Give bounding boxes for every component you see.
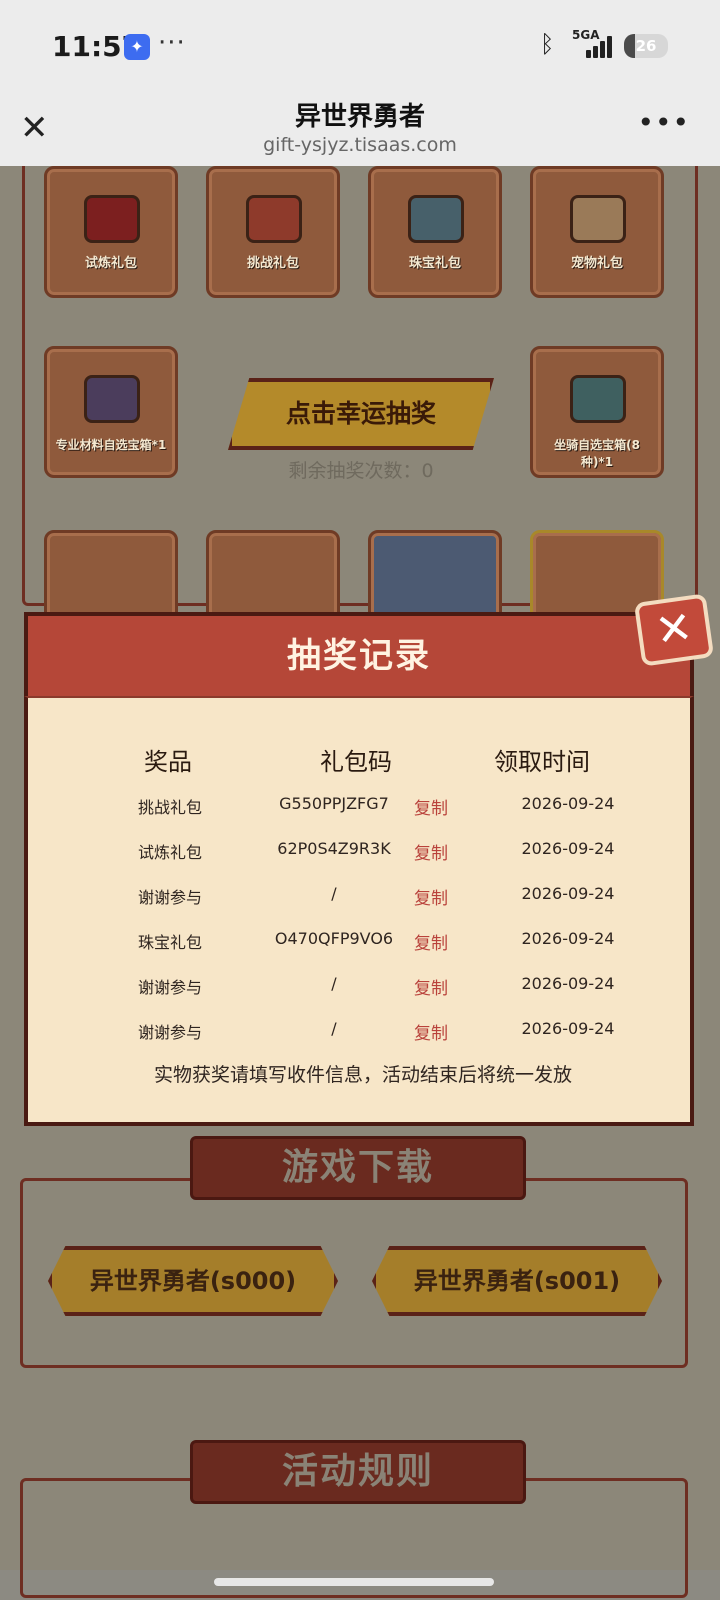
record-row: 试炼礼包 62P0S4Z9R3K 复制 2026-09-24	[28, 839, 698, 884]
remaining-count: 0	[421, 460, 434, 482]
gift-icon	[246, 195, 302, 243]
battery-icon: 26	[624, 34, 668, 58]
record-row: 挑战礼包 G550PPJZFG7 复制 2026-09-24	[28, 794, 698, 839]
record-date: 2026-09-24	[521, 929, 615, 948]
lucky-draw-label: 点击幸运抽奖	[285, 399, 436, 428]
record-row: 谢谢参与 / 复制 2026-09-24	[28, 884, 698, 929]
prize-tile-label: 专业材料自选宝箱*1	[55, 438, 167, 452]
chest-icon	[408, 195, 464, 243]
download-button-s000[interactable]: 异世界勇者(s000)	[48, 1246, 338, 1316]
modal-header: 抽奖记录	[24, 612, 694, 696]
prize-tile[interactable]: 专业材料自选宝箱*1	[44, 346, 178, 478]
download-button-s001[interactable]: 异世界勇者(s001)	[372, 1246, 662, 1316]
modal-close-button[interactable]: ✕	[633, 593, 715, 667]
browser-header: ✕ 异世界勇者 gift-ysjyz.tisaas.com •••	[0, 92, 720, 166]
record-code: O470QFP9VO6	[274, 929, 394, 948]
prize-tile[interactable]: 试炼礼包	[44, 166, 178, 298]
copy-button[interactable]: 复制	[414, 794, 448, 819]
modal-note: 实物获奖请填写收件信息，活动结束后将统一发放	[153, 1064, 572, 1086]
copy-button[interactable]: 复制	[414, 1019, 448, 1044]
gift-icon	[570, 195, 626, 243]
lucky-draw-button[interactable]: 点击幸运抽奖	[228, 378, 494, 450]
page-url: gift-ysjyz.tisaas.com	[263, 134, 457, 156]
download-section-banner: 游戏下载	[190, 1136, 526, 1200]
copy-button[interactable]: 复制	[414, 929, 448, 954]
record-prize: 谢谢参与	[138, 1023, 203, 1042]
record-code: G550PPJZFG7	[279, 794, 389, 813]
chest-icon	[570, 375, 626, 423]
copy-button[interactable]: 复制	[414, 839, 448, 864]
remaining-label: 剩余抽奖次数：	[288, 460, 422, 482]
record-prize: 珠宝礼包	[138, 933, 203, 952]
status-bar: 11:57 ✦ ··· ᛒ 5GA 26	[0, 0, 720, 92]
prize-tile-label: 宠物礼包	[570, 256, 623, 271]
record-row: 谢谢参与 / 复制 2026-09-24	[28, 974, 698, 1019]
prize-tile-label: 珠宝礼包	[408, 256, 461, 271]
record-date: 2026-09-24	[521, 794, 615, 813]
page-title: 异世界勇者	[294, 102, 425, 132]
prize-tile-label: 挑战礼包	[246, 256, 299, 271]
prize-tile[interactable]: 挑战礼包	[206, 166, 340, 298]
prize-tile-label: 坐骑自选宝箱(8种)*1	[554, 438, 640, 469]
download-button-label: 异世界勇者(s001)	[413, 1267, 621, 1295]
lottery-record-modal: 抽奖记录 奖品 礼包码 领取时间 挑战礼包 G550PPJZFG7 复制 202…	[24, 593, 715, 1126]
bluetooth-icon: ᛒ	[540, 30, 555, 58]
app-notification-icon: ✦	[124, 34, 150, 60]
copy-button[interactable]: 复制	[414, 974, 448, 999]
download-button-label: 异世界勇者(s000)	[89, 1267, 297, 1295]
record-date: 2026-09-24	[521, 884, 615, 903]
download-section-title: 游戏下载	[281, 1147, 434, 1188]
record-prize: 挑战礼包	[138, 798, 203, 817]
prize-tile[interactable]: 宠物礼包	[530, 166, 664, 298]
record-date: 2026-09-24	[521, 974, 615, 993]
column-header-code: 礼包码	[320, 748, 392, 776]
copy-button[interactable]: 复制	[414, 884, 448, 909]
record-code: /	[331, 1019, 337, 1038]
record-code: /	[331, 974, 337, 993]
battery-level: 26	[635, 37, 657, 55]
remaining-draws: 剩余抽奖次数：0	[228, 456, 494, 483]
more-notifications-icon: ···	[158, 28, 186, 58]
prize-tile[interactable]: 坐骑自选宝箱(8种)*1	[530, 346, 664, 478]
column-header-time: 领取时间	[494, 748, 590, 776]
record-prize: 试炼礼包	[138, 843, 203, 862]
modal-body: 奖品 礼包码 领取时间 挑战礼包 G550PPJZFG7 复制 2026-09-…	[24, 696, 694, 1126]
chest-icon	[84, 375, 140, 423]
rules-section-title: 活动规则	[281, 1451, 434, 1492]
prize-tile-label: 试炼礼包	[84, 256, 137, 271]
rules-section-banner: 活动规则	[190, 1440, 526, 1504]
home-indicator[interactable]	[214, 1578, 494, 1586]
more-menu-icon[interactable]: •••	[637, 106, 690, 139]
record-row: 珠宝礼包 O470QFP9VO6 复制 2026-09-24	[28, 929, 698, 974]
record-prize: 谢谢参与	[138, 888, 203, 907]
modal-title: 抽奖记录	[287, 636, 431, 676]
record-code: /	[331, 884, 337, 903]
record-prize: 谢谢参与	[138, 978, 203, 997]
gift-icon	[84, 195, 140, 243]
record-date: 2026-09-24	[521, 1019, 615, 1038]
record-row: 谢谢参与 / 复制 2026-09-24	[28, 1019, 698, 1064]
column-header-prize: 奖品	[144, 748, 192, 776]
prize-tile[interactable]: 珠宝礼包	[368, 166, 502, 298]
signal-icon	[578, 34, 614, 58]
record-code: 62P0S4Z9R3K	[277, 839, 391, 858]
close-icon: ✕	[652, 601, 696, 658]
record-date: 2026-09-24	[521, 839, 615, 858]
